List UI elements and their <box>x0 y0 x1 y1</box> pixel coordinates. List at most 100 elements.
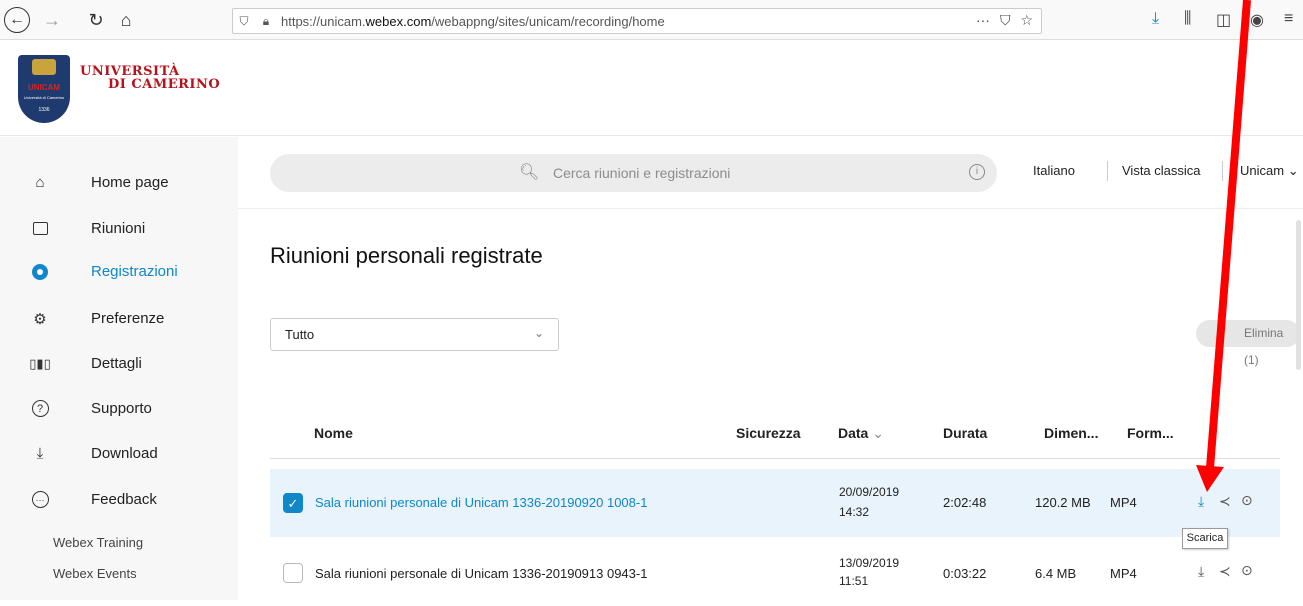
forward-icon[interactable]: → <box>40 8 64 32</box>
column-header-security[interactable]: Sicurezza <box>736 425 801 441</box>
recording-time: 14:32 <box>839 505 870 519</box>
more-icon[interactable]: ··· <box>976 12 990 29</box>
download-icon: ⤓ <box>36 445 44 462</box>
lock-icon[interactable]: 🔒︎ <box>255 14 277 29</box>
recording-duration: 2:02:48 <box>943 495 987 510</box>
help-icon: ? <box>31 400 49 418</box>
sidebar-item-riunioni[interactable]: Riunioni <box>32 220 146 237</box>
share-icon[interactable]: ≺ <box>1219 493 1231 510</box>
account-icon[interactable]: ◉ <box>1250 10 1264 30</box>
logo-area: UNICAM Università di Camerino 1336 UNIVE… <box>0 41 1303 136</box>
more-options-icon[interactable]: ⊙ <box>1241 562 1253 579</box>
divider <box>1107 161 1108 181</box>
column-header-date-label: Data <box>838 425 869 441</box>
column-header-duration[interactable]: Durata <box>943 425 987 441</box>
scrollbar[interactable] <box>1296 220 1301 370</box>
row-checkbox[interactable]: ✓ <box>283 493 303 513</box>
table-row[interactable]: ✓ Sala riunioni personale di Unicam 1336… <box>270 469 1280 537</box>
column-header-date[interactable]: Data ⌄ <box>838 425 884 442</box>
column-header-name[interactable]: Nome <box>314 425 353 441</box>
logo-badge-small: Università di Camerino <box>23 95 65 100</box>
user-name: Unicam <box>1240 163 1285 178</box>
recording-duration: 0:03:22 <box>943 566 987 581</box>
crest-icon <box>32 59 56 75</box>
divider <box>270 458 1280 459</box>
pocket-icon[interactable]: ⛉ <box>1000 12 1011 29</box>
sidebar-item-registrazioni[interactable]: Registrazioni <box>32 263 178 280</box>
chat-icon: ··· <box>31 491 49 509</box>
url-text[interactable]: https://unicam.webex.com/webappng/sites/… <box>281 14 665 29</box>
language-link[interactable]: Italiano <box>1033 163 1075 178</box>
recording-name-link[interactable]: Sala riunioni personale di Unicam 1336-2… <box>315 495 647 510</box>
column-header-size[interactable]: Dimen... <box>1044 425 1098 441</box>
recording-size: 6.4 MB <box>1035 566 1077 581</box>
university-name: UNIVERSITÀ DI CAMERINO <box>80 65 220 91</box>
share-icon[interactable]: ≺ <box>1219 563 1231 580</box>
delete-label: Elimina (1) <box>1244 326 1284 367</box>
search-icon: 🔍︎ <box>519 164 540 181</box>
recording-date: 20/09/2019 <box>839 485 900 499</box>
download-icon[interactable]: ⤓ <box>1198 563 1204 580</box>
browser-toolbar: ← → ↻ ⌂ ⛉ 🔒︎ https://unicam.webex.com/we… <box>0 0 1303 40</box>
sidebar-icon[interactable]: ◫ <box>1216 10 1231 30</box>
sidebar-link-webex-training[interactable]: Webex Training <box>53 535 143 550</box>
logo-badge-year: 1336 <box>38 107 50 113</box>
sidebar-item-download[interactable]: ⤓ Download <box>37 445 158 462</box>
star-icon[interactable]: ☆ <box>1020 12 1033 29</box>
sidebar-item-supporto[interactable]: ? Supporto <box>31 400 152 417</box>
sidebar-link-webex-events[interactable]: Webex Events <box>53 566 137 581</box>
sidebar-item-label: Supporto <box>91 400 152 417</box>
back-icon[interactable]: ← <box>4 7 30 33</box>
download-icon[interactable]: ⤓ <box>1152 10 1159 28</box>
sidebar-item-label: Preferenze <box>91 310 165 327</box>
calendar-icon <box>31 220 49 238</box>
sidebar-item-label: Download <box>91 445 158 462</box>
chevron-down-icon: ⌄ <box>872 425 884 441</box>
logo-badge-text: UNICAM <box>28 83 60 92</box>
divider <box>1222 161 1223 181</box>
recording-name-link[interactable]: Sala riunioni personale di Unicam 1336-2… <box>315 566 647 581</box>
university-logo: UNICAM Università di Camerino 1336 <box>18 55 70 123</box>
recording-date: 13/09/2019 <box>839 556 900 570</box>
shield-icon[interactable]: ⛉ <box>233 14 255 29</box>
sidebar-item-label: Dettagli <box>91 355 142 372</box>
sidebar-item-home[interactable]: ⌂ Home page <box>35 174 169 191</box>
sidebar-item-label: Home page <box>91 174 169 191</box>
divider <box>238 208 1303 209</box>
info-icon[interactable]: i <box>969 164 985 180</box>
recording-size: 120.2 MB <box>1035 495 1091 510</box>
column-header-format[interactable]: Form... <box>1127 425 1174 441</box>
reload-icon[interactable]: ↻ <box>84 8 108 32</box>
row-checkbox[interactable] <box>283 563 303 583</box>
filter-dropdown[interactable]: Tutto ⌄ <box>270 318 559 351</box>
table-row[interactable]: Sala riunioni personale di Unicam 1336-2… <box>270 538 1280 606</box>
recording-format: MP4 <box>1110 566 1137 581</box>
recording-icon <box>31 263 49 281</box>
sidebar-item-label: Registrazioni <box>91 263 178 280</box>
library-icon[interactable]: ⫼ <box>1184 10 1191 28</box>
filter-value: Tutto <box>285 327 315 342</box>
search-input[interactable]: Cerca riunioni e registrazioni <box>553 165 730 181</box>
user-menu[interactable]: Unicam ⌄ <box>1240 163 1299 179</box>
sidebar-item-preferenze[interactable]: ⚙ Preferenze <box>33 310 165 328</box>
page-title: Riunioni personali registrate <box>270 243 543 268</box>
address-bar[interactable]: ⛉ 🔒︎ https://unicam.webex.com/webappng/s… <box>232 8 1042 34</box>
classic-view-link[interactable]: Vista classica <box>1122 163 1201 178</box>
recording-time: 11:51 <box>839 574 869 588</box>
gear-icon: ⚙ <box>33 310 47 328</box>
sidebar-item-dettagli[interactable]: ▯▮▯ Dettagli <box>29 355 142 372</box>
more-options-icon[interactable]: ⊙ <box>1241 492 1253 509</box>
university-name-line2: DI CAMERINO <box>108 77 221 92</box>
home-icon[interactable]: ⌂ <box>114 8 138 32</box>
bar-chart-icon: ▯▮▯ <box>29 355 51 371</box>
sidebar-item-feedback[interactable]: ··· Feedback <box>31 491 157 508</box>
sidebar-item-label: Riunioni <box>91 220 146 237</box>
recording-format: MP4 <box>1110 495 1137 510</box>
home-icon: ⌂ <box>35 174 45 191</box>
search-bar[interactable]: 🔍︎ Cerca riunioni e registrazioni i <box>270 154 997 192</box>
chevron-down-icon: ⌄ <box>1287 163 1299 178</box>
chevron-down-icon: ⌄ <box>533 326 544 340</box>
download-icon[interactable]: ⤓ <box>1198 493 1204 510</box>
delete-button[interactable]: Elimina (1) <box>1196 320 1300 367</box>
menu-icon[interactable]: ≡ <box>1284 10 1293 28</box>
